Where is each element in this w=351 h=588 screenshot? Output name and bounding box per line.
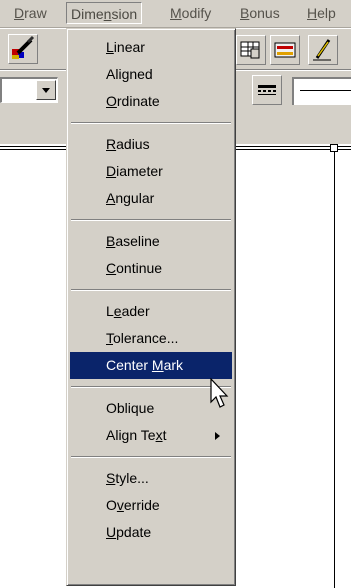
mnemonic-letter: H — [307, 5, 318, 21]
menu-item-label: Aligned — [106, 66, 153, 82]
drawing-line — [334, 146, 335, 588]
menu-separator — [71, 289, 231, 291]
mnemonic-letter: A — [106, 190, 116, 206]
mnemonic-letter: M — [170, 5, 182, 21]
mnemonic-letter: S — [106, 470, 116, 486]
mnemonic-letter: R — [106, 136, 117, 152]
paintbrush-icon — [12, 35, 35, 59]
menu-help[interactable]: Help — [303, 2, 340, 24]
menu-modify[interactable]: Modify — [166, 2, 215, 24]
menu-item-align-text[interactable]: Align Text — [70, 422, 232, 449]
menu-draw-label: Draw — [14, 5, 47, 21]
menu-item-label: Leader — [106, 303, 150, 319]
menu-item-label: Tolerance... — [106, 330, 179, 346]
menu-item-label: Style... — [106, 470, 149, 486]
menu-item-continue[interactable]: Continue — [70, 255, 232, 282]
mnemonic-letter: C — [106, 260, 117, 276]
mnemonic-letter: D — [14, 5, 25, 21]
chevron-right-icon — [215, 432, 220, 440]
linetype-combo[interactable] — [292, 77, 351, 105]
menu-item-oblique[interactable]: Oblique — [70, 395, 232, 422]
menu-bar: Draw Dimension Modify Bonus Help — [0, 0, 351, 28]
mnemonic-letter: T — [106, 330, 113, 346]
menu-modify-label: Modify — [170, 5, 212, 21]
menu-item-aligned[interactable]: Aligned — [70, 61, 232, 88]
menu-help-label: Help — [307, 5, 336, 21]
mnemonic-letter: e — [113, 303, 122, 319]
menu-item-label: Diameter — [106, 163, 163, 179]
menu-item-center-mark[interactable]: Center Mark — [70, 352, 232, 379]
mnemonic-letter: B — [106, 233, 116, 249]
match-properties-button[interactable] — [8, 34, 38, 64]
menu-item-label: Angular — [106, 190, 155, 206]
menu-item-label: Align Text — [106, 427, 167, 443]
mnemonic-letter: L — [106, 39, 114, 55]
layer-button[interactable] — [270, 35, 300, 65]
mnemonic-letter: n — [103, 6, 112, 22]
mnemonic-letter: x — [155, 427, 163, 443]
menu-dimension-label: Dimension — [71, 6, 138, 22]
pencil-icon — [313, 39, 331, 61]
mnemonic-letter: D — [106, 163, 117, 179]
table-icon — [240, 41, 260, 59]
layer-icon — [274, 42, 296, 58]
chevron-down-icon[interactable] — [36, 80, 56, 100]
menu-item-style[interactable]: Style... — [70, 465, 232, 492]
mnemonic-letter: v — [116, 497, 124, 513]
menu-item-angular[interactable]: Angular — [70, 185, 232, 212]
mnemonic-letter: g — [121, 66, 130, 82]
cursor-arrow-icon — [210, 378, 229, 408]
menu-bonus[interactable]: Bonus — [236, 2, 284, 24]
menu-item-label: Baseline — [106, 233, 160, 249]
menu-dimension[interactable]: Dimension — [66, 2, 143, 24]
linetype-icon — [258, 85, 276, 95]
layer-combo[interactable] — [0, 77, 58, 103]
menu-item-label: Linear — [106, 39, 145, 55]
menu-item-label: Ordinate — [106, 93, 160, 109]
mnemonic-letter: M — [151, 357, 164, 373]
menu-item-radius[interactable]: Radius — [70, 131, 232, 158]
menu-separator — [71, 219, 231, 221]
menu-separator — [71, 456, 231, 458]
menu-item-label: Center Mark — [106, 357, 184, 373]
menu-item-leader[interactable]: Leader — [70, 298, 232, 325]
table-button[interactable] — [236, 35, 266, 65]
mnemonic-letter: O — [106, 93, 117, 109]
edit-button[interactable] — [308, 35, 338, 65]
menu-item-update[interactable]: Update — [70, 519, 232, 546]
linetype-button[interactable] — [252, 75, 282, 105]
mnemonic-letter: B — [240, 5, 250, 21]
mnemonic-letter: U — [106, 524, 117, 540]
menu-item-override[interactable]: Override — [70, 492, 232, 519]
menu-item-baseline[interactable]: Baseline — [70, 228, 232, 255]
menu-item-label: Override — [106, 497, 160, 513]
menu-item-linear[interactable]: Linear — [70, 34, 232, 61]
menu-item-label: Oblique — [106, 400, 155, 416]
menu-separator — [71, 122, 231, 124]
menu-item-label: Update — [106, 524, 152, 540]
menu-item-diameter[interactable]: Diameter — [70, 158, 232, 185]
menu-item-ordinate[interactable]: Ordinate — [70, 88, 232, 115]
grip-marker[interactable] — [330, 144, 338, 152]
menu-draw[interactable]: Draw — [10, 2, 51, 24]
menu-separator — [71, 386, 231, 388]
menu-item-label: Radius — [106, 136, 150, 152]
dimension-menu: Linear Aligned Ordinate Radius Diameter Angul… — [66, 28, 236, 586]
menu-bonus-label: Bonus — [240, 5, 280, 21]
menu-item-label: Continue — [106, 260, 163, 276]
menu-item-tolerance[interactable]: Tolerance... — [70, 325, 232, 352]
